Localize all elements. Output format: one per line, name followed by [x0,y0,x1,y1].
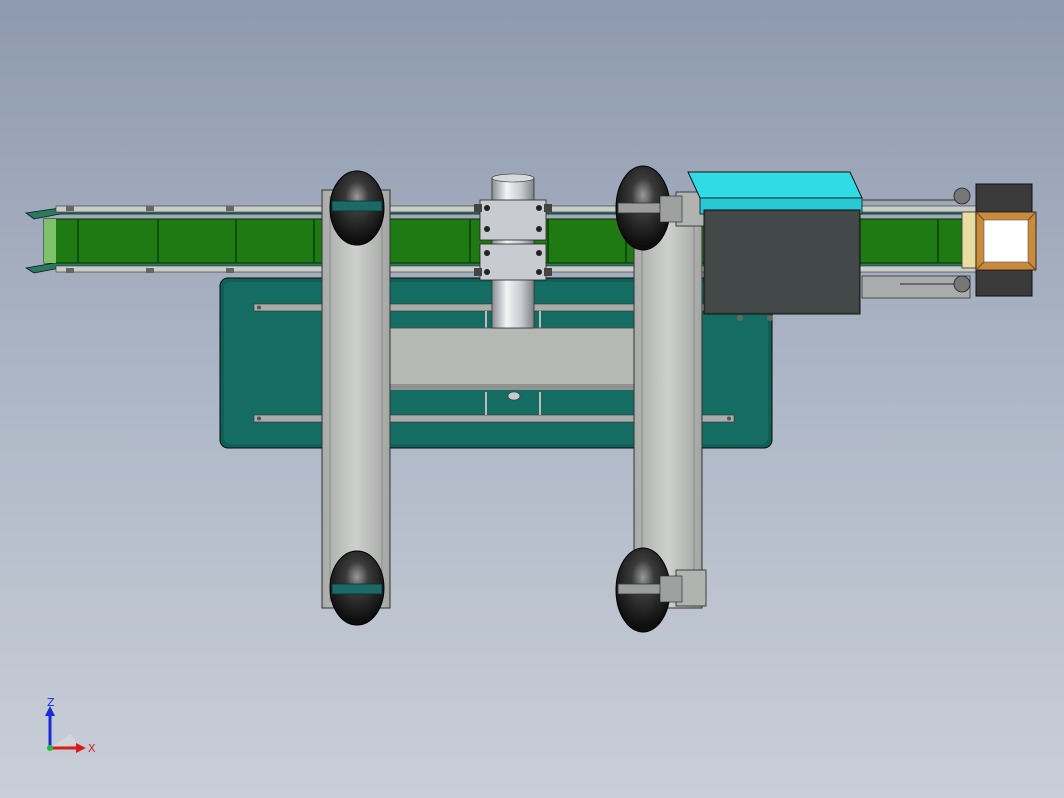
view-triad-icon: Z X [45,698,96,755]
shaft-clamp-lower [474,243,552,281]
shaft-clamp-upper [474,199,552,241]
caster-wheel-left-top [329,170,385,246]
x-axis-arrow [76,743,86,753]
gear-motor-cover [975,211,1037,271]
right-side-plate [633,191,707,609]
z-axis-label: Z [47,698,55,709]
cad-viewport[interactable]: Z X [0,0,1064,798]
x-axis-label: X [88,742,96,755]
motor-housing [687,171,863,321]
left-side-plate [321,189,391,609]
cad-model[interactable] [0,0,1064,798]
caster-wheel-left-bottom [329,550,385,626]
origin-marker [47,745,53,751]
